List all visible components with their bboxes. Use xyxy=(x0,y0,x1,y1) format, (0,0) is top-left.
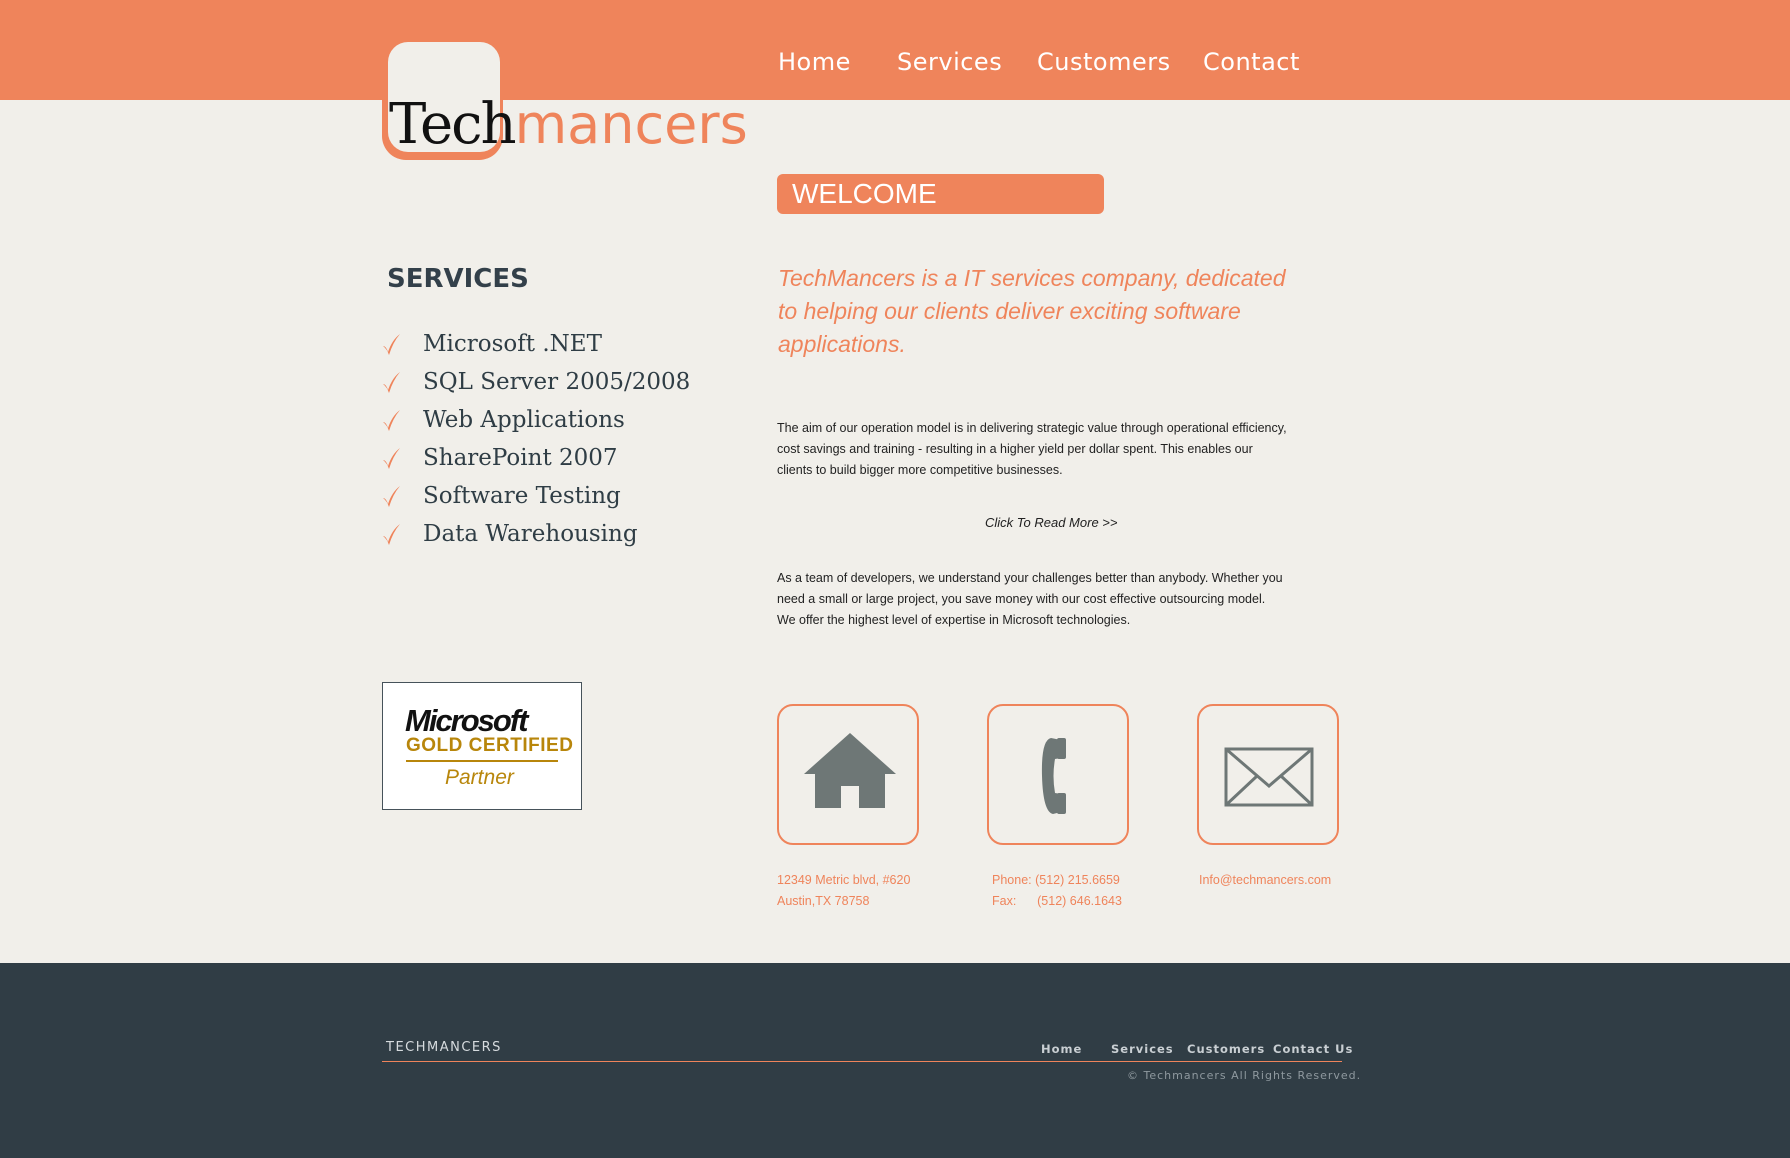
service-label: SharePoint 2007 xyxy=(423,445,618,471)
check-icon xyxy=(383,448,400,469)
check-icon xyxy=(383,524,400,545)
service-label: Data Warehousing xyxy=(423,521,638,547)
services-list: Microsoft .NET SQL Server 2005/2008 Web … xyxy=(381,325,690,553)
footer-nav-home[interactable]: Home xyxy=(1041,1042,1082,1056)
list-item: SQL Server 2005/2008 xyxy=(381,363,690,401)
list-item: Microsoft .NET xyxy=(381,325,690,363)
check-icon xyxy=(383,372,400,393)
footer-brand: TECHMANCERS xyxy=(386,1040,502,1055)
list-item: Software Testing xyxy=(381,477,690,515)
home-icon xyxy=(804,733,896,808)
mail-icon xyxy=(1224,747,1314,807)
badge-brand: Microsoft xyxy=(405,703,528,738)
welcome-banner: WELCOME xyxy=(777,174,1104,214)
footer-divider xyxy=(382,1061,1342,1062)
intro-paragraph: The aim of our operation model is in del… xyxy=(777,421,1287,477)
email-link[interactable]: Info@techmancers.com xyxy=(1199,870,1331,891)
logo-text-mancers: mancers xyxy=(514,93,748,156)
service-label: Microsoft .NET xyxy=(423,331,602,357)
read-more-link[interactable]: Click To Read More >> xyxy=(985,515,1117,530)
phone-icon xyxy=(1041,738,1066,814)
services-heading: SERVICES xyxy=(387,264,529,294)
check-icon xyxy=(383,334,400,355)
tagline: TechMancers is a IT services company, de… xyxy=(778,265,1286,357)
footer-nav-services[interactable]: Services xyxy=(1111,1042,1174,1056)
phone-text: Phone: (512) 215.6659 Fax: (512) 646.164… xyxy=(992,873,1122,908)
nav-customers[interactable]: Customers xyxy=(1037,48,1171,76)
badge-divider xyxy=(406,760,558,762)
nav-services[interactable]: Services xyxy=(897,48,1002,76)
address-box[interactable] xyxy=(777,704,919,845)
nav-contact[interactable]: Contact xyxy=(1203,48,1300,76)
address-text: 12349 Metric blvd, #620 Austin,TX 78758 xyxy=(777,873,911,908)
copyright: © Techmancers All Rights Reserved. xyxy=(1127,1069,1362,1082)
email-box[interactable] xyxy=(1197,704,1339,845)
list-item: Data Warehousing xyxy=(381,515,690,553)
check-icon xyxy=(383,410,400,431)
phone-box[interactable] xyxy=(987,704,1129,845)
footer-nav-contact-us[interactable]: Contact Us xyxy=(1273,1042,1353,1056)
service-label: Web Applications xyxy=(423,407,625,433)
list-item: Web Applications xyxy=(381,401,690,439)
microsoft-gold-partner-badge: Microsoft GOLD CERTIFIED Partner xyxy=(382,682,582,810)
service-label: Software Testing xyxy=(423,483,621,509)
badge-line2: Partner xyxy=(445,766,514,789)
badge-line1: GOLD CERTIFIED xyxy=(406,735,574,756)
list-item: SharePoint 2007 xyxy=(381,439,690,477)
check-icon xyxy=(383,486,400,507)
team-paragraph: As a team of developers, we understand y… xyxy=(777,571,1283,627)
logo-text-tech: Tech xyxy=(389,92,517,157)
footer-nav-customers[interactable]: Customers xyxy=(1187,1042,1265,1056)
nav-home[interactable]: Home xyxy=(778,48,851,76)
service-label: SQL Server 2005/2008 xyxy=(423,369,691,395)
top-header-bar xyxy=(0,0,1790,100)
welcome-heading: WELCOME xyxy=(792,178,937,209)
logo[interactable]: Techmancers xyxy=(389,92,748,157)
